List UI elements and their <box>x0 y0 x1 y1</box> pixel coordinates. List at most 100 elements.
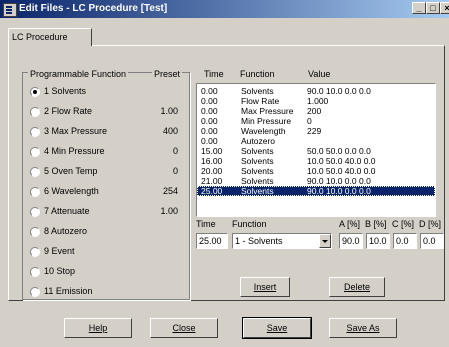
function-label: 7 Attenuate <box>44 206 90 216</box>
cell-time: 0.00 <box>201 136 218 146</box>
radio-button[interactable] <box>30 107 40 117</box>
table-row[interactable]: 15.00 Solvents 50.0 50.0 0.0 0.0 <box>197 146 435 156</box>
cell-function: Max Pressure <box>241 106 294 116</box>
function-label: Function <box>232 219 267 229</box>
chevron-down-icon[interactable] <box>319 234 331 248</box>
insert-button[interactable]: Insert <box>240 277 290 297</box>
radio-button[interactable] <box>30 247 40 257</box>
c-percent-input[interactable]: 0.0 <box>393 233 417 249</box>
programmable-function-header: Programmable Function <box>28 69 129 79</box>
function-select-value: 1 - Solvents <box>235 236 283 246</box>
function-label: 10 Stop <box>44 266 76 276</box>
title-bar: Edit Files - LC Procedure [Test] _ □ × <box>0 0 449 18</box>
a-percent-input[interactable]: 90.0 <box>339 233 363 249</box>
table-header-function: Function <box>240 69 275 79</box>
function-select[interactable]: 1 - Solvents <box>232 233 332 249</box>
radio-button[interactable] <box>30 187 40 197</box>
tab-lc-procedure[interactable]: LC Procedure <box>8 28 92 46</box>
cell-value: 90.0 10.0 0.0 0.0 <box>307 176 371 186</box>
preset-value: 0 <box>172 166 178 176</box>
cell-function: Solvents <box>241 186 274 196</box>
radio-button[interactable] <box>30 227 40 237</box>
insert-button-label: Insert <box>253 282 277 292</box>
cell-value: 90.0 10.0 0.0 0.0 <box>307 86 371 96</box>
d-percent-input[interactable]: 0.0 <box>420 233 444 249</box>
c-percent-label: C [%] <box>392 219 415 229</box>
c-percent-value: 0.0 <box>396 236 409 246</box>
cell-function: Solvents <box>241 86 274 96</box>
table-row[interactable]: 0.00 Flow Rate 1.000 <box>197 96 435 106</box>
table-header-time: Time <box>204 69 224 79</box>
save-as-button[interactable]: Save As <box>329 318 397 338</box>
cell-time: 21.00 <box>201 176 223 186</box>
table-row[interactable]: 0.00 Min Pressure 0 <box>197 116 435 126</box>
table-row[interactable]: 21.00 Solvents 90.0 10.0 0.0 0.0 <box>197 176 435 186</box>
preset-value: 254 <box>162 186 178 196</box>
cell-time: 15.00 <box>201 146 223 156</box>
cell-value: 0 <box>307 116 312 126</box>
preset-value: 1.00 <box>160 206 178 216</box>
close-button[interactable]: Close <box>150 318 218 338</box>
preset-header: Preset <box>152 69 183 79</box>
function-label: 11 Emission <box>44 286 93 296</box>
time-input[interactable]: 25.00 <box>196 233 228 249</box>
time-label: Time <box>196 219 216 229</box>
cell-function: Wavelength <box>241 126 286 136</box>
help-button[interactable]: Help <box>64 318 132 338</box>
close-button-label: Close <box>172 323 196 333</box>
delete-button-label: Delete <box>343 282 370 292</box>
radio-button[interactable] <box>30 87 40 97</box>
cell-time: 0.00 <box>201 116 218 126</box>
a-percent-value: 90.0 <box>342 236 360 246</box>
maximize-button[interactable]: □ <box>426 2 440 14</box>
table-row[interactable]: 25.00 Solvents 90.0 10.0 0.0 0.0 <box>197 186 435 196</box>
preset-value: 0 <box>172 146 178 156</box>
function-label: 4 Min Pressure <box>44 146 105 156</box>
cell-function: Solvents <box>241 146 274 156</box>
radio-button[interactable] <box>30 207 40 217</box>
cell-function: Autozero <box>241 136 276 146</box>
table-header-value: Value <box>308 69 331 79</box>
table-row[interactable]: 0.00 Autozero <box>197 136 435 146</box>
table-row[interactable]: 0.00 Solvents 90.0 10.0 0.0 0.0 <box>197 86 435 96</box>
function-label: 1 Solvents <box>44 86 87 96</box>
function-label: 3 Max Pressure <box>44 126 108 136</box>
cell-value: 1.000 <box>307 96 329 106</box>
preset-value: 400 <box>162 126 178 136</box>
table-row[interactable]: 20.00 Solvents 10.0 50.0 40.0 0.0 <box>197 166 435 176</box>
app-icon[interactable] <box>3 3 17 17</box>
function-label: 8 Autozero <box>44 226 88 236</box>
radio-button[interactable] <box>30 127 40 137</box>
cell-function: Flow Rate <box>241 96 280 106</box>
close-window-button[interactable]: × <box>440 2 449 14</box>
cell-function: Solvents <box>241 166 274 176</box>
cell-value: 90.0 10.0 0.0 0.0 <box>307 186 371 196</box>
help-button-label: Help <box>88 323 108 333</box>
save-button[interactable]: Save <box>242 317 312 339</box>
a-percent-label: A [%] <box>339 219 361 229</box>
radio-button[interactable] <box>30 267 40 277</box>
function-label: 2 Flow Rate <box>44 106 93 116</box>
cell-time: 16.00 <box>201 156 223 166</box>
b-percent-value: 10.0 <box>369 236 387 246</box>
minimize-button[interactable]: _ <box>412 2 426 14</box>
radio-button[interactable] <box>30 287 40 297</box>
d-percent-value: 0.0 <box>423 236 436 246</box>
cell-value: 200 <box>307 106 322 116</box>
cell-value: 10.0 50.0 40.0 0.0 <box>307 156 376 166</box>
table-row[interactable]: 0.00 Wavelength 229 <box>197 126 435 136</box>
table-row[interactable]: 16.00 Solvents 10.0 50.0 40.0 0.0 <box>197 156 435 166</box>
cell-time: 20.00 <box>201 166 223 176</box>
program-table[interactable]: 0.00 Solvents 90.0 10.0 0.0 0.0 0.00 Flow Ra… <box>196 83 436 217</box>
cell-time: 0.00 <box>201 106 218 116</box>
cell-function: Min Pressure <box>241 116 292 126</box>
cell-time: 0.00 <box>201 86 218 96</box>
delete-button[interactable]: Delete <box>329 277 385 297</box>
table-row[interactable]: 0.00 Max Pressure 200 <box>197 106 435 116</box>
b-percent-input[interactable]: 10.0 <box>366 233 390 249</box>
cell-value: 10.0 50.0 40.0 0.0 <box>307 166 376 176</box>
window-title: Edit Files - LC Procedure [Test] <box>19 3 168 14</box>
radio-button[interactable] <box>30 147 40 157</box>
radio-button[interactable] <box>30 167 40 177</box>
function-label: 6 Wavelength <box>44 186 99 196</box>
